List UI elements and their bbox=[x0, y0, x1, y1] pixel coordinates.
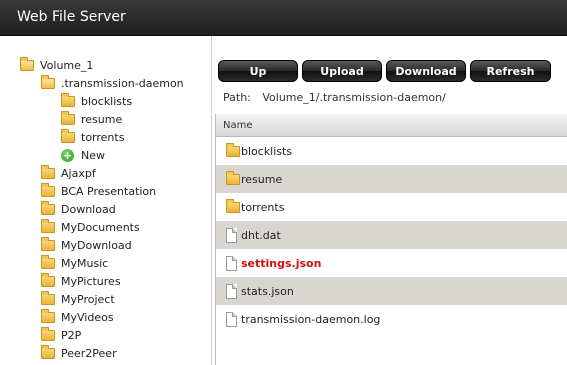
tree-item-resume[interactable]: resume bbox=[61, 110, 122, 128]
file-icon bbox=[226, 283, 237, 299]
tree-item-myproject[interactable]: MyProject bbox=[41, 290, 115, 308]
folder-icon bbox=[61, 92, 75, 107]
tree-item-label: Ajaxpf bbox=[61, 166, 96, 180]
tree-item-torrents[interactable]: torrents bbox=[61, 128, 124, 146]
tree-item-mymusic[interactable]: MyMusic bbox=[41, 254, 108, 272]
path-bar: Path: Volume_1/.transmission-daemon/ bbox=[223, 91, 446, 104]
tree-item-label: MyDownload bbox=[61, 238, 132, 252]
file-row-settings-json[interactable]: settings.json bbox=[216, 249, 567, 277]
tree-item-label: resume bbox=[81, 112, 123, 126]
tree-item-label: P2P bbox=[61, 328, 82, 342]
file-icon bbox=[226, 311, 237, 327]
file-name: resume bbox=[241, 172, 283, 186]
tree-item-label: Peer2Peer bbox=[61, 346, 117, 360]
file-row-transmission-daemon-log[interactable]: transmission-daemon.log bbox=[216, 305, 567, 333]
folder-tree[interactable]: Volume_1 .transmission-daemon blocklists… bbox=[0, 36, 212, 365]
folder-icon bbox=[41, 290, 55, 305]
file-row-stats-json[interactable]: stats.json bbox=[216, 277, 567, 305]
folder-icon bbox=[226, 198, 240, 213]
tree-item-label: BCA Presentation bbox=[61, 184, 157, 198]
tree-item-label: MyProject bbox=[61, 292, 115, 306]
column-header-label: Name bbox=[223, 119, 253, 131]
folder-icon bbox=[41, 272, 55, 287]
file-name: settings.json bbox=[241, 256, 322, 270]
folder-open-icon bbox=[41, 74, 55, 89]
refresh-button[interactable]: Refresh bbox=[470, 60, 551, 82]
tree-item-mydocuments[interactable]: MyDocuments bbox=[41, 218, 140, 236]
folder-icon bbox=[41, 326, 55, 341]
folder-icon bbox=[41, 254, 55, 269]
tree-item-label: MyMusic bbox=[61, 256, 109, 270]
file-row-dht-dat[interactable]: dht.dat bbox=[216, 221, 567, 249]
tree-item-bca-presentation[interactable]: BCA Presentation bbox=[41, 182, 156, 200]
folder-icon bbox=[226, 142, 240, 157]
tree-item-label: Download bbox=[61, 202, 116, 216]
tree-item-transmission-daemon[interactable]: .transmission-daemon bbox=[41, 74, 184, 92]
tree-item-label: MyDocuments bbox=[61, 220, 140, 234]
tree-item-download[interactable]: Download bbox=[41, 200, 116, 218]
folder-icon bbox=[226, 170, 240, 185]
folder-icon bbox=[41, 344, 55, 359]
tree-item-label: .transmission-daemon bbox=[61, 76, 184, 90]
tree-item-label: Volume_1 bbox=[40, 58, 94, 72]
file-row-torrents[interactable]: torrents bbox=[216, 193, 567, 221]
file-row-blocklists[interactable]: blocklists bbox=[216, 137, 567, 165]
folder-icon bbox=[41, 164, 55, 179]
path-value: Volume_1/.transmission-daemon/ bbox=[262, 91, 446, 104]
tree-item-new[interactable]: + New bbox=[61, 146, 105, 164]
file-name: dht.dat bbox=[241, 228, 281, 242]
file-panel: Up Upload Download Refresh Path: Volume_… bbox=[213, 36, 567, 365]
tree-item-myvideos[interactable]: MyVideos bbox=[41, 308, 114, 326]
tree-item-label: torrents bbox=[81, 130, 125, 144]
download-button[interactable]: Download bbox=[386, 60, 466, 82]
tree-item-p2p[interactable]: P2P bbox=[41, 326, 81, 344]
upload-button[interactable]: Upload bbox=[302, 60, 382, 82]
file-name: torrents bbox=[241, 200, 285, 214]
title-bar: Web File Server bbox=[0, 0, 567, 36]
folder-icon bbox=[61, 110, 75, 125]
window-title: Web File Server bbox=[17, 9, 126, 25]
file-name: stats.json bbox=[241, 284, 294, 298]
path-label: Path: bbox=[223, 91, 251, 104]
tree-item-label: MyVideos bbox=[61, 310, 114, 324]
folder-icon bbox=[61, 128, 75, 143]
file-list[interactable]: Name blocklists resume torrents dht.dat … bbox=[215, 114, 567, 365]
tree-item-mydownload[interactable]: MyDownload bbox=[41, 236, 132, 254]
file-row-resume[interactable]: resume bbox=[216, 165, 567, 193]
tree-item-blocklists[interactable]: blocklists bbox=[61, 92, 132, 110]
folder-open-icon bbox=[20, 56, 34, 71]
column-header-name[interactable]: Name bbox=[216, 114, 567, 137]
folder-icon bbox=[41, 200, 55, 215]
file-icon bbox=[226, 255, 237, 271]
folder-icon bbox=[41, 218, 55, 233]
tree-item-volume-1[interactable]: Volume_1 bbox=[20, 56, 93, 74]
folder-icon bbox=[41, 236, 55, 251]
tree-item-label: New bbox=[81, 148, 105, 162]
folder-icon bbox=[41, 308, 55, 323]
file-icon bbox=[226, 227, 237, 243]
tree-item-ajaxpf[interactable]: Ajaxpf bbox=[41, 164, 96, 182]
tree-item-label: blocklists bbox=[81, 94, 133, 108]
file-name: blocklists bbox=[241, 144, 293, 158]
tree-item-peer2peer[interactable]: Peer2Peer bbox=[41, 344, 117, 362]
tree-item-mypictures[interactable]: MyPictures bbox=[41, 272, 121, 290]
folder-icon bbox=[41, 182, 55, 197]
add-icon: + bbox=[61, 148, 74, 162]
tree-item-label: MyPictures bbox=[61, 274, 121, 288]
up-button[interactable]: Up bbox=[218, 60, 298, 82]
file-name: transmission-daemon.log bbox=[241, 312, 381, 326]
